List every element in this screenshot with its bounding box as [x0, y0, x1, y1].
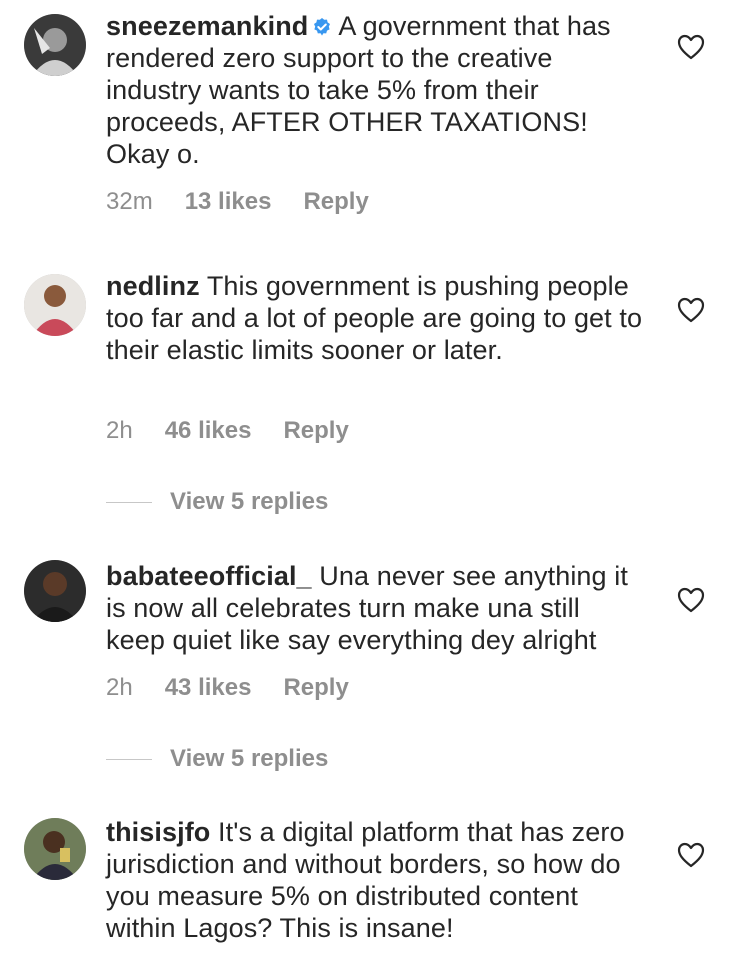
comment-likes[interactable]: 46 likes: [165, 417, 252, 445]
comment-time: 2h: [106, 417, 133, 444]
comment-meta: 32m 13 likes Reply: [106, 188, 369, 216]
avatar[interactable]: [24, 274, 86, 336]
heart-outline-icon: [677, 297, 705, 323]
comment-likes[interactable]: 13 likes: [185, 188, 272, 216]
comment-time: 2h: [106, 674, 133, 701]
like-button[interactable]: [676, 295, 706, 325]
comment-username[interactable]: sneezemankind: [106, 11, 308, 41]
heart-outline-icon: [677, 34, 705, 60]
view-replies-button[interactable]: View 5 replies: [106, 745, 328, 773]
comment-meta: 2h 43 likes Reply: [106, 674, 349, 702]
comment-likes[interactable]: 43 likes: [165, 674, 252, 702]
divider: [106, 501, 152, 503]
verified-badge-icon: [314, 18, 331, 36]
comment-meta: 2h 46 likes Reply: [106, 417, 349, 445]
avatar[interactable]: [24, 818, 86, 880]
divider: [106, 758, 152, 760]
comment-body: nedlinz This government is pushing peopl…: [106, 270, 646, 366]
avatar[interactable]: [24, 14, 86, 76]
reply-button[interactable]: Reply: [283, 417, 348, 445]
comment-username[interactable]: thisisjfo: [106, 817, 210, 847]
comment-username[interactable]: nedlinz: [106, 271, 200, 301]
comment-time: 32m: [106, 188, 153, 215]
comment-body: babateeofficial_ Una never see anything …: [106, 560, 646, 656]
view-replies-button[interactable]: View 5 replies: [106, 488, 328, 516]
heart-outline-icon: [677, 842, 705, 868]
like-button[interactable]: [676, 32, 706, 62]
view-replies-label: View 5 replies: [170, 745, 329, 772]
view-replies-label: View 5 replies: [170, 488, 329, 515]
reply-button[interactable]: Reply: [303, 188, 368, 216]
comment-body: sneezemankind A government that has rende…: [106, 10, 646, 170]
avatar[interactable]: [24, 560, 86, 622]
comment-username[interactable]: babateeofficial_: [106, 561, 312, 591]
comment-body: thisisjfo It's a digital platform that h…: [106, 816, 646, 944]
heart-outline-icon: [677, 587, 705, 613]
reply-button[interactable]: Reply: [283, 674, 348, 702]
like-button[interactable]: [676, 585, 706, 615]
like-button[interactable]: [676, 840, 706, 870]
